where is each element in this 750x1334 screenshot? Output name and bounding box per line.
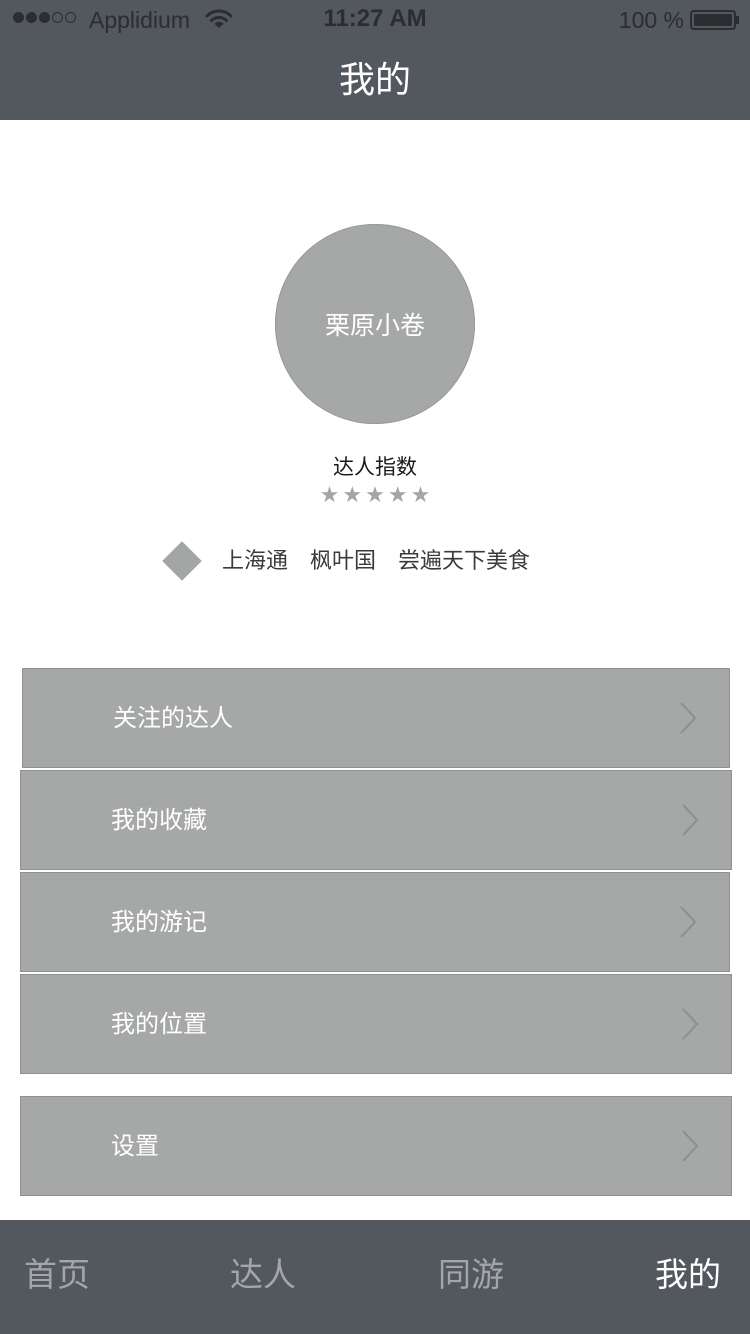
menu-item-label: 我的收藏 — [111, 806, 207, 834]
star-rating: ★ ★ ★ ★ ★ — [0, 484, 750, 508]
profile-tags: 上海通 枫叶国 尝遍天下美食 — [222, 547, 530, 577]
tab-bar: 首页 达人 同游 我的 — [0, 1220, 750, 1334]
battery-percentage: 100 % — [618, 7, 684, 33]
menu-item-settings[interactable]: 设置 — [20, 1096, 732, 1196]
tab-me[interactable]: 我的 — [655, 1254, 721, 1296]
menu-item-label: 我的位置 — [111, 1010, 207, 1038]
diamond-icon — [162, 541, 202, 581]
tab-experts[interactable]: 达人 — [230, 1254, 296, 1296]
chevron-right-icon — [682, 1130, 699, 1162]
profile-tag: 枫叶国 — [310, 549, 377, 574]
star-icon: ★ — [342, 483, 363, 508]
profile-tag: 尝遍天下美食 — [398, 549, 531, 574]
menu-item-followed-experts[interactable]: 关注的达人 — [22, 668, 730, 768]
chevron-right-icon — [680, 906, 697, 938]
chevron-right-icon — [682, 1008, 699, 1040]
page-title: 我的 — [338, 60, 411, 101]
battery-icon — [690, 10, 739, 30]
avatar[interactable]: 栗原小卷 — [275, 224, 475, 424]
chevron-right-icon — [680, 702, 697, 734]
star-icon: ★ — [365, 483, 385, 508]
nav-header: Applidium 11:27 AM 100 % 我的 — [0, 0, 750, 120]
tab-home[interactable]: 首页 — [24, 1254, 90, 1296]
menu-item-travelogues[interactable]: 我的游记 — [20, 872, 730, 972]
avatar-name: 栗原小卷 — [324, 311, 425, 340]
menu-item-label: 我的游记 — [111, 908, 207, 936]
chevron-right-icon — [682, 804, 699, 836]
expert-index-label: 达人指数 — [333, 455, 417, 479]
menu-item-label: 关注的达人 — [113, 704, 233, 732]
star-icon: ★ — [410, 483, 431, 508]
menu-item-favorites[interactable]: 我的收藏 — [20, 770, 732, 870]
menu-item-location[interactable]: 我的位置 — [20, 974, 732, 1074]
star-icon: ★ — [319, 483, 340, 508]
tab-companions[interactable]: 同游 — [438, 1254, 504, 1296]
menu-item-label: 设置 — [111, 1132, 159, 1160]
profile-tag: 上海通 — [222, 549, 289, 574]
star-icon: ★ — [387, 483, 408, 508]
status-bar: Applidium 11:27 AM 100 % — [0, 0, 750, 40]
